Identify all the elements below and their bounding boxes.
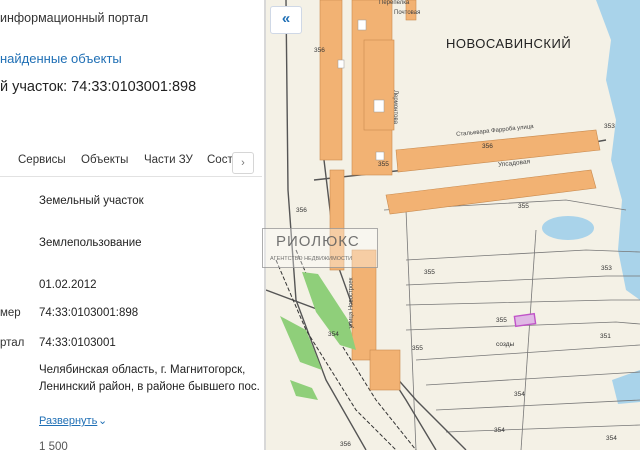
svg-text:351: 351 <box>600 333 611 340</box>
row-value: 74:33:0103001:898 <box>39 307 139 319</box>
tab-parts[interactable]: Части ЗУ <box>144 154 193 166</box>
address-value: Челябинская область, г. Магнитогорск, Ле… <box>39 364 260 393</box>
svg-text:353: 353 <box>601 265 612 272</box>
svg-text:355: 355 <box>496 317 507 324</box>
portal-title: информационный портал <box>0 11 149 25</box>
svg-text:355: 355 <box>412 345 423 352</box>
watermark-subtitle: АГЕНТСТВО НЕДВИЖИМОСТИ <box>270 256 353 262</box>
svg-text:355: 355 <box>424 269 435 276</box>
tab-services[interactable]: Сервисы <box>18 154 66 166</box>
street-label: Лермонтова <box>391 90 398 124</box>
watermark-logo: РИОЛЮКС <box>276 233 360 250</box>
info-panel: информационный портал найденные объекты … <box>0 0 264 450</box>
district-label: НОВОСАВИНСКИЙ <box>446 36 572 51</box>
found-objects-link[interactable]: найденные объекты <box>0 51 122 66</box>
svg-text:355: 355 <box>518 203 529 210</box>
row-value: Земельный участок <box>39 195 144 207</box>
street-label: улица Новостроек <box>348 277 355 329</box>
svg-text:356: 356 <box>314 47 325 54</box>
chevron-down-icon[interactable]: ⌄ <box>98 414 107 427</box>
double-chevron-left-icon[interactable]: « <box>270 6 302 34</box>
svg-text:356: 356 <box>340 441 351 448</box>
map-view[interactable]: 356 353 356 355 355 356 355 353 355 354 … <box>266 0 640 450</box>
tab-bar: Сервисы Объекты Части ЗУ Соста <box>0 146 262 177</box>
settlement-label: созды <box>496 341 515 348</box>
map-canvas: 356 353 356 355 355 356 355 353 355 354 … <box>266 0 640 450</box>
svg-text:353: 353 <box>604 123 615 130</box>
parcel-title: й участок: 74:33:0103001:898 <box>0 79 197 95</box>
row-value: 01.02.2012 <box>39 279 97 291</box>
svg-text:354: 354 <box>606 435 617 442</box>
svg-text:355: 355 <box>378 161 389 168</box>
svg-text:354: 354 <box>328 331 339 338</box>
svg-text:354: 354 <box>494 427 505 434</box>
svg-text:354: 354 <box>514 391 525 398</box>
svg-text:356: 356 <box>482 143 493 150</box>
tab-objects[interactable]: Объекты <box>81 154 128 166</box>
row-value-cut: 1 500 <box>39 441 68 450</box>
row-label: мер <box>0 307 21 319</box>
svg-text:356: 356 <box>296 207 307 214</box>
street-label: Почтовая <box>394 10 421 16</box>
street-label: Перепелка <box>379 0 410 6</box>
chevron-right-icon[interactable]: › <box>232 152 254 174</box>
row-label: ртал <box>0 337 25 349</box>
expand-link[interactable]: Развернуть <box>39 415 97 427</box>
row-value: 74:33:0103001 <box>39 337 116 349</box>
row-value: Землепользование <box>39 237 142 249</box>
